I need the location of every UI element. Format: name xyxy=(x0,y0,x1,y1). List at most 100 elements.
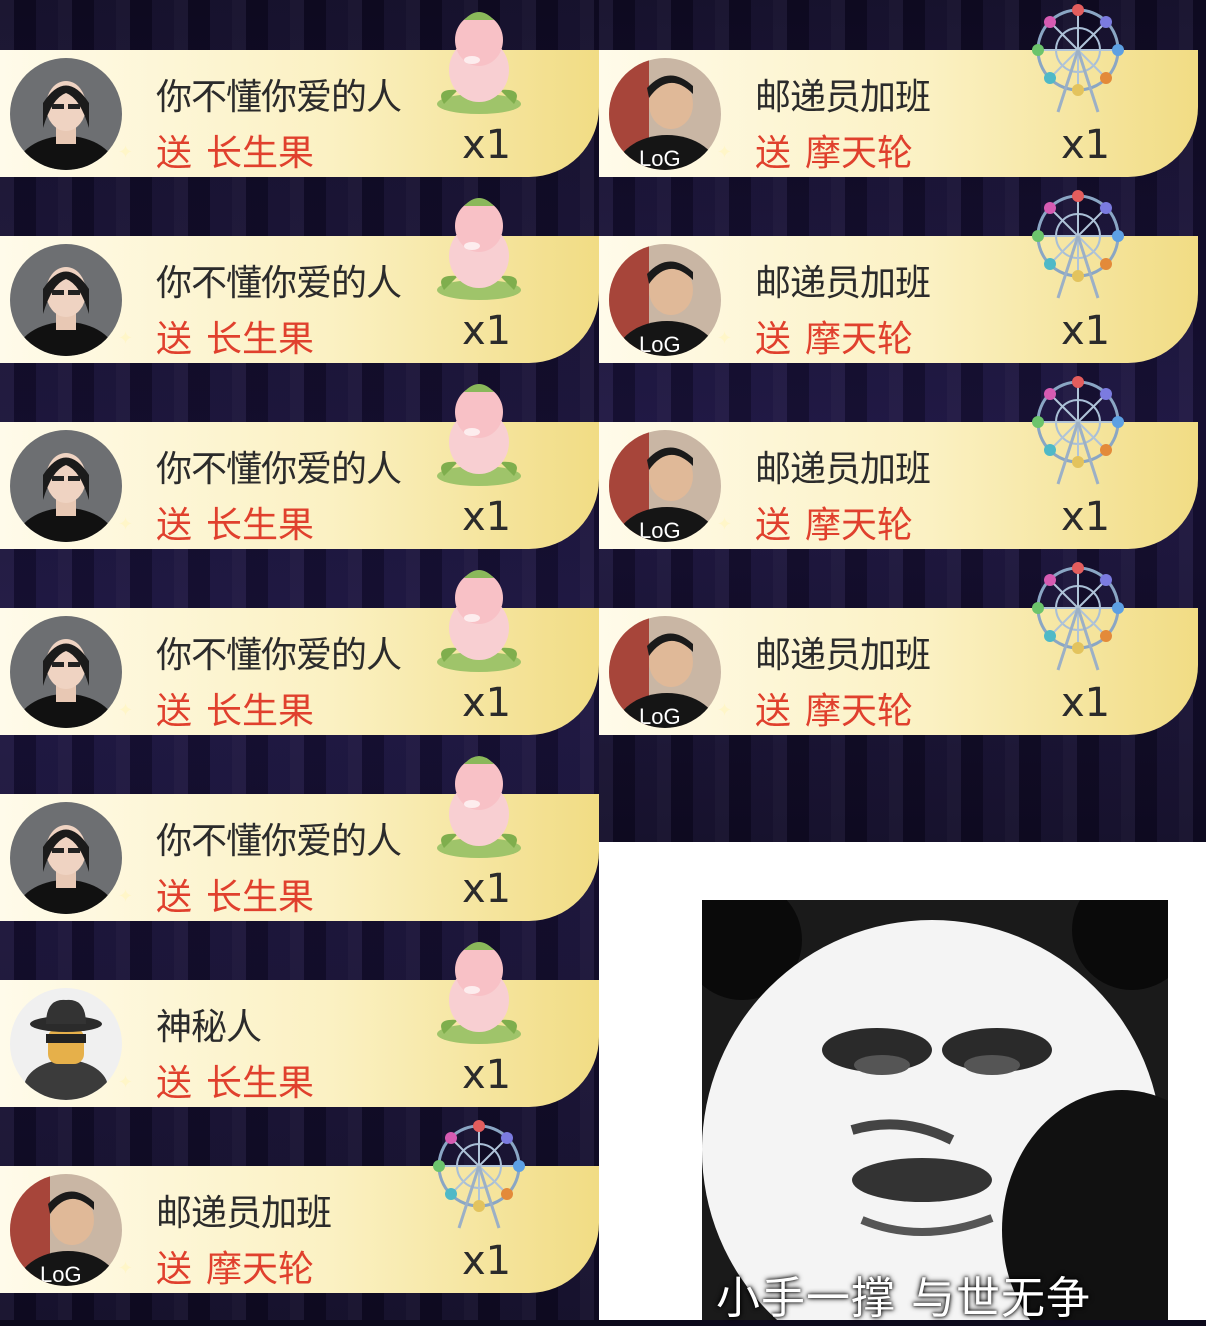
sender-name[interactable]: 你不懂你爱的人 xyxy=(156,626,402,678)
peach-icon xyxy=(424,372,534,490)
gift-name: 摩天轮 xyxy=(805,133,914,174)
sender-name[interactable]: 邮递员加班 xyxy=(755,626,931,678)
svg-text:LoG: LoG xyxy=(639,704,681,728)
peach-icon xyxy=(424,558,534,676)
gift-verb: 送 xyxy=(156,877,193,918)
gift-verb: 送 xyxy=(156,1063,193,1104)
sender-name[interactable]: 邮递员加班 xyxy=(156,1184,332,1236)
gift-notification: ✦ 你不懂你爱的人送长生果 x1 xyxy=(0,558,599,744)
sender-name[interactable]: 神秘人 xyxy=(156,998,262,1050)
sender-name[interactable]: 你不懂你爱的人 xyxy=(156,812,402,864)
sparkle-icon: ✦ xyxy=(717,328,733,349)
peach-icon xyxy=(424,930,534,1048)
gift-count: x1 xyxy=(1061,308,1111,354)
gift-name: 长生果 xyxy=(206,505,315,546)
woman-avatar[interactable] xyxy=(10,244,122,356)
gift-action: 送长生果 xyxy=(156,868,314,920)
gift-feed-right: LoG ✦ 邮递员加班送摩天轮 x1 LoG ✦ 邮递员加班送摩天轮 x1 LoG ✦ 邮递员加班送… xyxy=(599,0,1206,842)
gift-verb: 送 xyxy=(156,319,193,360)
peach-icon xyxy=(424,186,534,304)
gift-verb: 送 xyxy=(156,1249,193,1290)
gift-notification: LoG ✦ 邮递员加班送摩天轮 x1 xyxy=(599,186,1198,372)
gift-name: 摩天轮 xyxy=(206,1249,315,1290)
gift-count: x1 xyxy=(462,122,512,168)
sparkle-icon: ✦ xyxy=(717,514,733,535)
sparkle-icon: ✦ xyxy=(118,142,134,163)
gift-count: x1 xyxy=(462,308,512,354)
sender-name[interactable]: 邮递员加班 xyxy=(755,254,931,306)
gift-count: x1 xyxy=(1061,680,1111,726)
gift-notification: ✦ 你不懂你爱的人送长生果 x1 xyxy=(0,372,599,558)
gift-verb: 送 xyxy=(156,691,193,732)
sparkle-icon: ✦ xyxy=(118,328,134,349)
gift-action: 送摩天轮 xyxy=(755,124,913,176)
gift-count: x1 xyxy=(1061,122,1111,168)
sparkle-icon: ✦ xyxy=(118,1258,134,1279)
gift-name: 长生果 xyxy=(206,877,315,918)
sender-name[interactable]: 邮递员加班 xyxy=(755,68,931,120)
sender-name[interactable]: 你不懂你爱的人 xyxy=(156,254,402,306)
man-avatar[interactable]: LoG xyxy=(609,616,721,728)
gift-notification: ✦ 你不懂你爱的人送长生果 x1 xyxy=(0,186,599,372)
ferris-wheel-icon xyxy=(1023,186,1133,304)
man-avatar[interactable]: LoG xyxy=(10,1174,122,1286)
gift-verb: 送 xyxy=(156,505,193,546)
gift-action: 送长生果 xyxy=(156,496,314,548)
woman-avatar[interactable] xyxy=(10,802,122,914)
sender-name[interactable]: 你不懂你爱的人 xyxy=(156,68,402,120)
gift-name: 长生果 xyxy=(206,691,315,732)
mystery-avatar[interactable] xyxy=(10,988,122,1100)
svg-text:LoG: LoG xyxy=(639,146,681,170)
svg-text:LoG: LoG xyxy=(639,332,681,356)
woman-avatar[interactable] xyxy=(10,430,122,542)
gift-action: 送摩天轮 xyxy=(755,682,913,734)
gift-name: 摩天轮 xyxy=(805,691,914,732)
meme-caption: 小手一撑 与世无争 xyxy=(716,1273,1091,1324)
sparkle-icon: ✦ xyxy=(118,886,134,907)
gift-notification: ✦ 你不懂你爱的人送长生果 x1 xyxy=(0,0,599,186)
gift-notification: LoG ✦ 邮递员加班送摩天轮 x1 xyxy=(599,372,1198,558)
gift-name: 长生果 xyxy=(206,1063,315,1104)
gift-action: 送摩天轮 xyxy=(755,310,913,362)
gift-feed-left: ✦ 你不懂你爱的人送长生果 x1 ✦ 你不懂你爱的人送长生果 x1 ✦ 你不懂你爱的人送长生果… xyxy=(0,0,599,1320)
man-avatar[interactable]: LoG xyxy=(609,244,721,356)
ferris-wheel-icon xyxy=(1023,0,1133,118)
gift-action: 送长生果 xyxy=(156,1054,314,1106)
ferris-wheel-icon xyxy=(424,1116,534,1234)
sparkle-icon: ✦ xyxy=(717,142,733,163)
peach-icon xyxy=(424,0,534,118)
svg-text:LoG: LoG xyxy=(40,1262,82,1286)
ferris-wheel-icon xyxy=(1023,372,1133,490)
peach-icon xyxy=(424,744,534,862)
gift-notification: ✦ 神秘人送长生果 x1 xyxy=(0,930,599,1116)
gift-name: 长生果 xyxy=(206,133,315,174)
woman-avatar[interactable] xyxy=(10,616,122,728)
gift-notification: LoG ✦ 邮递员加班送摩天轮 x1 xyxy=(0,1116,599,1302)
gift-action: 送摩天轮 xyxy=(755,496,913,548)
gift-name: 摩天轮 xyxy=(805,505,914,546)
sender-name[interactable]: 邮递员加班 xyxy=(755,440,931,492)
sparkle-icon: ✦ xyxy=(717,700,733,721)
svg-text:LoG: LoG xyxy=(639,518,681,542)
gift-notification: LoG ✦ 邮递员加班送摩天轮 x1 xyxy=(599,558,1198,744)
ferris-wheel-icon xyxy=(1023,558,1133,676)
gift-verb: 送 xyxy=(755,505,792,546)
sender-name[interactable]: 你不懂你爱的人 xyxy=(156,440,402,492)
gift-count: x1 xyxy=(462,866,512,912)
sparkle-icon: ✦ xyxy=(118,514,134,535)
man-avatar[interactable]: LoG xyxy=(609,58,721,170)
gift-verb: 送 xyxy=(156,133,193,174)
gift-count: x1 xyxy=(462,1052,512,1098)
gift-name: 摩天轮 xyxy=(805,319,914,360)
panda-meme-image xyxy=(702,900,1168,1320)
gift-name: 长生果 xyxy=(206,319,315,360)
gift-verb: 送 xyxy=(755,691,792,732)
gift-notification: ✦ 你不懂你爱的人送长生果 x1 xyxy=(0,744,599,930)
woman-avatar[interactable] xyxy=(10,58,122,170)
man-avatar[interactable]: LoG xyxy=(609,430,721,542)
sparkle-icon: ✦ xyxy=(118,700,134,721)
gift-action: 送摩天轮 xyxy=(156,1240,314,1292)
gift-count: x1 xyxy=(462,494,512,540)
gift-action: 送长生果 xyxy=(156,124,314,176)
gift-count: x1 xyxy=(462,680,512,726)
